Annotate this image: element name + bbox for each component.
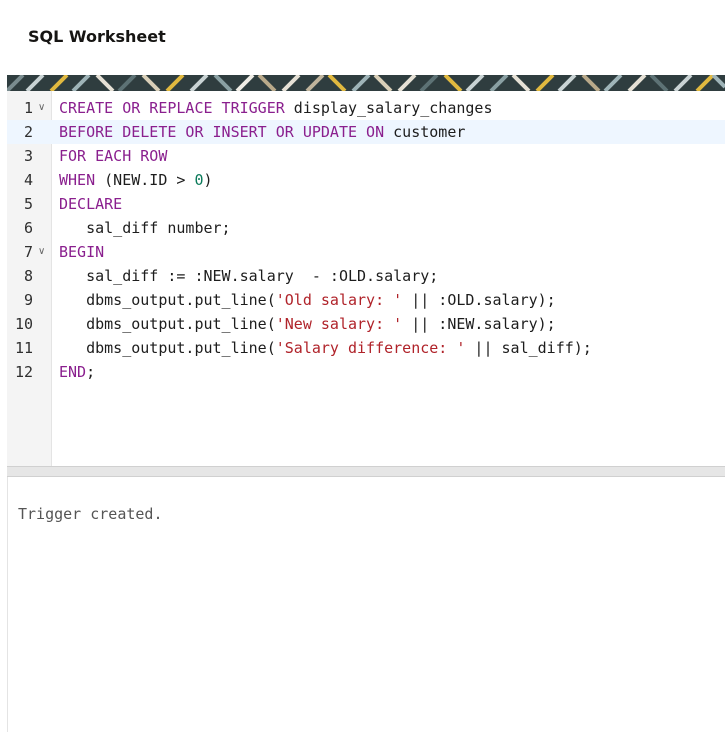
line-number: 10 — [14, 315, 33, 333]
string-literal: 'Salary difference: ' — [275, 339, 466, 357]
code-text[interactable]: BEFORE DELETE OR INSERT OR UPDATE ON cus… — [59, 120, 465, 144]
code-token: sal_diff := :NEW.salary - :OLD.salary; — [59, 267, 439, 285]
line-number: 11 — [14, 339, 33, 357]
sql-keyword: DECLARE — [59, 195, 123, 213]
code-text[interactable]: WHEN (NEW.ID > 0) — [59, 168, 213, 192]
chevron-down-icon[interactable]: ∨ — [38, 244, 45, 260]
code-line[interactable]: 6 sal_diff number; — [7, 216, 725, 240]
code-line[interactable]: 2 BEFORE DELETE OR INSERT OR UPDATE ON cu… — [7, 120, 725, 144]
code-text[interactable]: DECLARE — [59, 192, 122, 216]
line-number: 7 — [23, 243, 33, 261]
code-line[interactable]: 3 FOR EACH ROW — [7, 144, 725, 168]
code-line[interactable]: 11 dbms_output.put_line('Salary differen… — [7, 336, 725, 360]
code-line[interactable]: 4 WHEN (NEW.ID > 0) — [7, 168, 725, 192]
decorative-banner — [7, 75, 725, 91]
chevron-down-icon[interactable]: ∨ — [38, 100, 45, 116]
page-title: SQL Worksheet — [28, 27, 166, 46]
code-text[interactable]: FOR EACH ROW — [59, 144, 167, 168]
line-number: 3 — [23, 147, 33, 165]
line-number: 5 — [23, 195, 33, 213]
code-token: || sal_diff); — [465, 339, 592, 357]
sql-keyword: BEFORE DELETE OR INSERT OR UPDATE ON — [59, 123, 385, 141]
code-text[interactable]: dbms_output.put_line('New salary: ' || :… — [59, 312, 556, 336]
code-line[interactable]: 10 dbms_output.put_line('New salary: ' |… — [7, 312, 725, 336]
code-token: || :NEW.salary); — [402, 315, 556, 333]
line-number: 2 — [23, 123, 33, 141]
code-token: sal_diff number; — [59, 219, 231, 237]
code-line[interactable]: 8 sal_diff := :NEW.salary - :OLD.salary; — [7, 264, 725, 288]
line-number: 8 — [23, 267, 33, 285]
line-number: 9 — [23, 291, 33, 309]
pane-splitter[interactable] — [7, 466, 725, 477]
code-token: (NEW.ID > — [95, 171, 195, 189]
sql-keyword: BEGIN — [59, 243, 105, 261]
banner-pattern-image — [7, 75, 725, 91]
string-literal: 'New salary: ' — [275, 315, 403, 333]
code-token: ; — [86, 363, 96, 381]
code-text[interactable]: dbms_output.put_line('Salary difference:… — [59, 336, 592, 360]
line-number: 6 — [23, 219, 33, 237]
sql-keyword: END — [59, 363, 87, 381]
code-line[interactable]: 5 DECLARE — [7, 192, 725, 216]
string-literal: 'Old salary: ' — [275, 291, 403, 309]
code-text[interactable]: CREATE OR REPLACE TRIGGER display_salary… — [59, 96, 493, 120]
number-literal: 0 — [194, 171, 204, 189]
code-token: || :OLD.salary); — [402, 291, 556, 309]
script-output-pane: Trigger created. — [7, 477, 725, 732]
line-number: 4 — [23, 171, 33, 189]
sql-keyword: CREATE OR REPLACE TRIGGER — [59, 99, 285, 117]
code-token: customer — [384, 123, 466, 141]
code-token: dbms_output.put_line( — [59, 291, 276, 309]
code-line[interactable]: 1 ∨ CREATE OR REPLACE TRIGGER display_sala… — [7, 96, 725, 120]
sql-keyword: WHEN — [59, 171, 96, 189]
code-line[interactable]: 7 ∨ BEGIN — [7, 240, 725, 264]
code-text[interactable]: dbms_output.put_line('Old salary: ' || :… — [59, 288, 556, 312]
code-text[interactable]: BEGIN — [59, 240, 104, 264]
code-text[interactable]: sal_diff number; — [59, 216, 231, 240]
worksheet-header: SQL Worksheet — [0, 0, 725, 75]
code-text[interactable]: END; — [59, 360, 95, 384]
sql-editor[interactable]: 1 ∨ CREATE OR REPLACE TRIGGER display_sala… — [7, 91, 725, 466]
code-token: dbms_output.put_line( — [59, 315, 276, 333]
sql-keyword: FOR EACH ROW — [59, 147, 168, 165]
code-line[interactable]: 9 dbms_output.put_line('Old salary: ' ||… — [7, 288, 725, 312]
code-token: display_salary_changes — [284, 99, 493, 117]
output-message: Trigger created. — [18, 505, 163, 523]
code-token: dbms_output.put_line( — [59, 339, 276, 357]
line-number: 1 — [23, 99, 33, 117]
code-line[interactable]: 12 END; — [7, 360, 725, 384]
code-text[interactable]: sal_diff := :NEW.salary - :OLD.salary; — [59, 264, 438, 288]
line-number: 12 — [14, 363, 33, 381]
code-token: ) — [203, 171, 213, 189]
